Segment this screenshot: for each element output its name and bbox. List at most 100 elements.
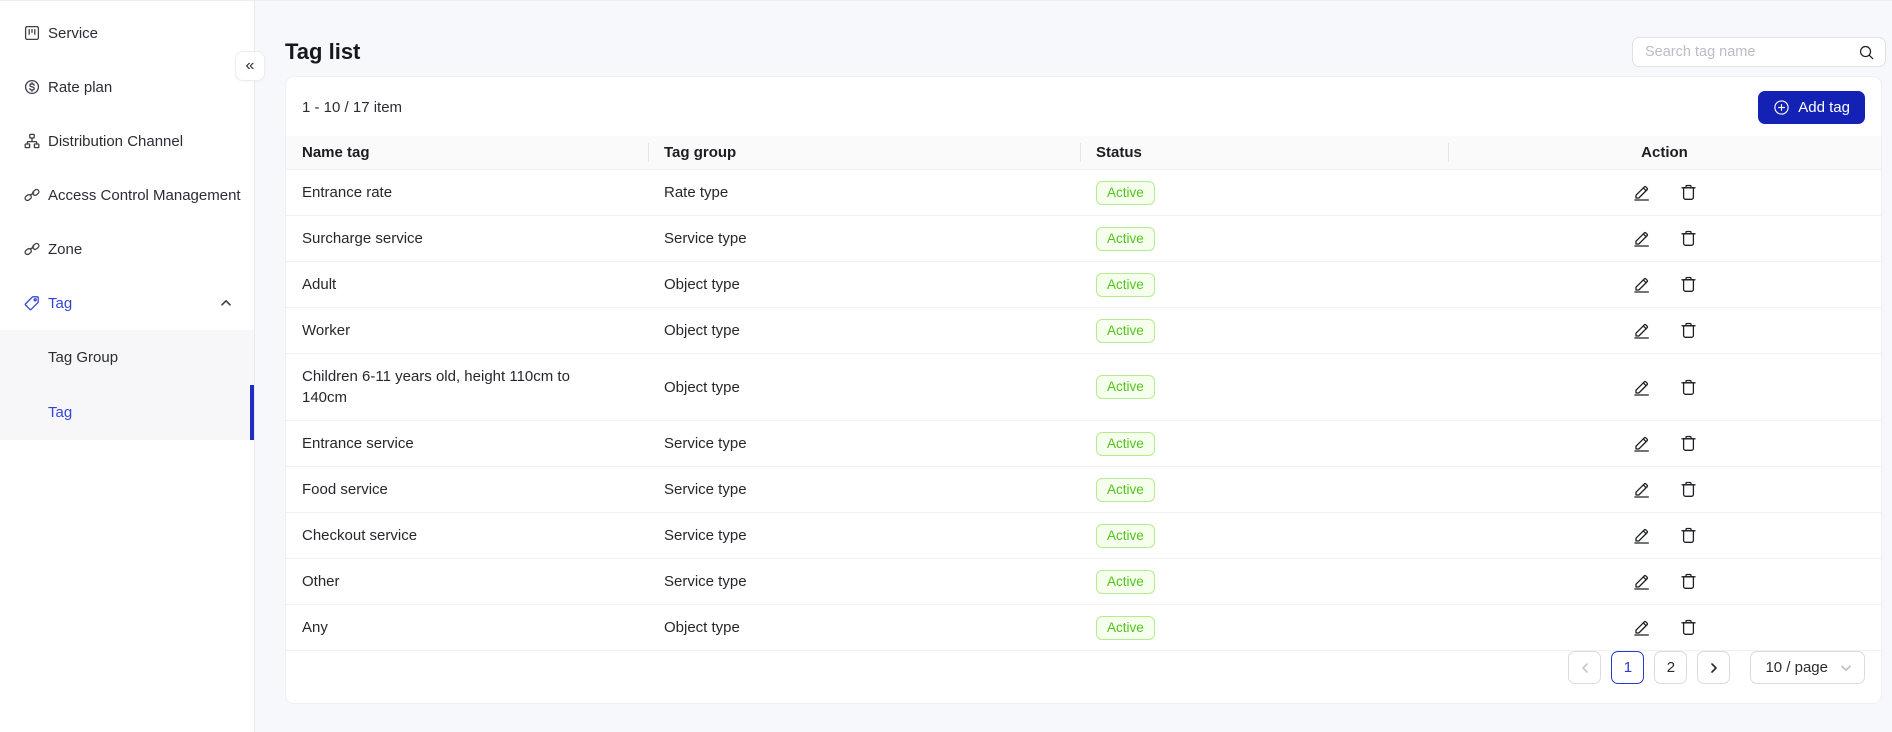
cell-tag-group: Object type — [664, 378, 740, 396]
sidebar-item-label: Zone — [48, 240, 83, 258]
chevron-left-icon — [1579, 662, 1591, 674]
trash-icon[interactable] — [1679, 434, 1698, 453]
edit-icon[interactable] — [1632, 229, 1651, 248]
cell-name-tag: Food service — [302, 481, 388, 498]
table-row: Any Object type Active — [286, 605, 1881, 651]
table-row: Surcharge service Service type Active — [286, 216, 1881, 262]
table-row: Checkout service Service type Active — [286, 513, 1881, 559]
trash-icon[interactable] — [1679, 275, 1698, 294]
main-content: Tag list 1 - 10 / 17 item Add tag Name t… — [255, 1, 1892, 731]
cell-tag-group: Object type — [664, 322, 740, 339]
edit-icon[interactable] — [1632, 480, 1651, 499]
cell-action — [1448, 468, 1881, 511]
cell-action — [1448, 366, 1881, 409]
sidebar-submenu: Tag Group Tag — [0, 330, 254, 440]
add-tag-button[interactable]: Add tag — [1758, 90, 1865, 124]
table-row: Entrance rate Rate type Active — [286, 170, 1881, 216]
cell-tag-group: Service type — [664, 527, 747, 544]
sidebar-collapse-button[interactable]: « — [235, 51, 265, 81]
cell-action — [1448, 263, 1881, 306]
cell-status: Active — [1080, 263, 1448, 307]
page-size-select[interactable]: 10 / page — [1750, 651, 1865, 684]
sidebar-subitem-tag[interactable]: Tag — [0, 385, 254, 440]
column-header-action: Action — [1448, 136, 1881, 169]
table-row: Worker Object type Active — [286, 308, 1881, 354]
chevron-up-icon — [220, 297, 232, 309]
card-header: 1 - 10 / 17 item Add tag — [286, 77, 1881, 136]
edit-icon[interactable] — [1632, 572, 1651, 591]
edit-icon[interactable] — [1632, 183, 1651, 202]
sidebar-item-distribution-channel[interactable]: Distribution Channel — [0, 114, 254, 168]
cell-action — [1448, 560, 1881, 603]
trash-icon[interactable] — [1679, 526, 1698, 545]
cell-status: Active — [1080, 514, 1448, 558]
sidebar-item-rate-plan[interactable]: Rate plan — [0, 60, 254, 114]
sidebar-item-zone[interactable]: Zone — [0, 222, 254, 276]
chevron-right-icon — [1708, 662, 1720, 674]
cell-action — [1448, 514, 1881, 557]
sidebar-item-label: Tag — [48, 294, 73, 312]
sidebar-item-access-control-management[interactable]: Access Control Management — [0, 168, 254, 222]
sidebar-subitem-label: Tag Group — [48, 349, 119, 366]
cell-status: Active — [1080, 217, 1448, 261]
cell-tag-group: Service type — [664, 230, 747, 247]
trash-icon[interactable] — [1679, 321, 1698, 340]
trash-icon[interactable] — [1679, 229, 1698, 248]
search-box — [1632, 37, 1886, 67]
sidebar-item-label: Rate plan — [48, 78, 113, 96]
cell-name-tag: Surcharge service — [302, 230, 423, 247]
pagination-page-2-button[interactable]: 2 — [1654, 651, 1688, 684]
edit-icon[interactable] — [1632, 526, 1651, 545]
cell-name-tag: Adult — [302, 276, 337, 293]
status-badge: Active — [1096, 272, 1155, 297]
cell-tag-group: Service type — [664, 573, 747, 590]
cell-tag-group: Object type — [664, 276, 740, 293]
table-row: Other Service type Active — [286, 559, 1881, 605]
edit-icon[interactable] — [1632, 618, 1651, 637]
table-body: Entrance rate Rate type Active Surcharge… — [286, 170, 1881, 651]
trash-icon[interactable] — [1679, 480, 1698, 499]
cell-name-tag: Any — [302, 619, 328, 636]
cell-name-tag: Entrance rate — [302, 184, 393, 201]
cell-status: Active — [1080, 309, 1448, 353]
pagination-prev-button[interactable] — [1568, 651, 1602, 684]
cell-name-tag: Entrance service — [302, 435, 414, 452]
status-badge: Active — [1096, 523, 1155, 548]
cell-action — [1448, 422, 1881, 465]
sidebar-item-tag[interactable]: Tag — [0, 276, 254, 330]
sidebar-subitem-label: Tag — [48, 404, 73, 421]
dollar-circle-icon — [24, 79, 40, 95]
sidebar-item-label: Distribution Channel — [48, 132, 184, 150]
trash-icon[interactable] — [1679, 618, 1698, 637]
status-badge: Active — [1096, 477, 1155, 502]
search-input[interactable] — [1645, 44, 1858, 60]
plus-circle-icon — [1773, 99, 1790, 116]
cell-name-tag: Other — [302, 573, 340, 590]
status-badge: Active — [1096, 180, 1155, 205]
chain-link-icon — [24, 241, 40, 257]
edit-icon[interactable] — [1632, 321, 1651, 340]
app-root: Service Rate plan Distribution Channel A… — [0, 0, 1892, 732]
sidebar-item-service[interactable]: Service — [0, 6, 254, 60]
edit-icon[interactable] — [1632, 275, 1651, 294]
pagination-next-button[interactable] — [1697, 651, 1731, 684]
edit-icon[interactable] — [1632, 434, 1651, 453]
cell-name-tag: Worker — [302, 322, 351, 339]
chevron-down-icon — [1840, 662, 1852, 674]
trash-icon[interactable] — [1679, 572, 1698, 591]
trash-icon[interactable] — [1679, 183, 1698, 202]
column-header-name-tag: Name tag — [302, 144, 370, 161]
add-tag-button-label: Add tag — [1798, 98, 1850, 116]
status-badge: Active — [1096, 318, 1155, 343]
cell-tag-group: Object type — [664, 619, 740, 636]
cell-action — [1448, 309, 1881, 352]
column-header-tag-group: Tag group — [648, 136, 1080, 169]
sidebar-subitem-tag-group[interactable]: Tag Group — [0, 330, 254, 385]
sidebar-nav: Service Rate plan Distribution Channel A… — [0, 1, 254, 330]
status-badge: Active — [1096, 615, 1155, 640]
search-icon[interactable] — [1858, 44, 1875, 61]
trash-icon[interactable] — [1679, 378, 1698, 397]
pagination-page-1-button[interactable]: 1 — [1611, 651, 1645, 684]
status-badge: Active — [1096, 569, 1155, 594]
edit-icon[interactable] — [1632, 378, 1651, 397]
